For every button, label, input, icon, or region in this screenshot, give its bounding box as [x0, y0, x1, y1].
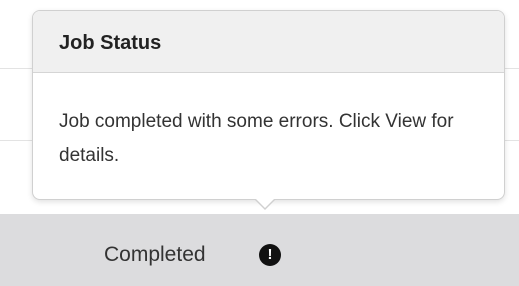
popover-message: Job completed with some errors. Click Vi…: [59, 111, 454, 166]
popover-arrow-fill: [255, 198, 275, 208]
status-label: Completed: [104, 243, 206, 266]
job-status-popover: Job Status Job completed with some error…: [32, 10, 505, 200]
popover-title: Job Status: [59, 32, 162, 54]
exclamation-circle-icon[interactable]: !: [259, 244, 281, 266]
popover-header: Job Status: [33, 11, 504, 73]
